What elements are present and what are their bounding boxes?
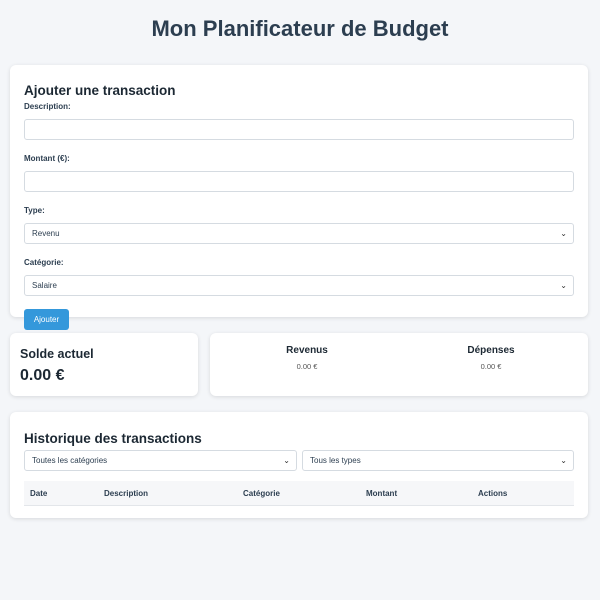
add-transaction-card: Ajouter une transaction Description: Mon…: [10, 65, 588, 330]
transactions-table-header: Date Description Catégorie Montant Actio…: [24, 481, 574, 506]
balance-card: Solde actuel 0.00 €: [10, 333, 198, 396]
chevron-down-icon: ⌄: [283, 456, 290, 465]
type-label: Type:: [24, 206, 45, 215]
history-card: Historique des transactions Toutes les c…: [10, 412, 588, 518]
column-header-description[interactable]: Description: [104, 481, 148, 506]
column-header-date[interactable]: Date: [30, 481, 47, 506]
description-input[interactable]: [24, 119, 574, 140]
expenses-label: Dépenses: [467, 345, 515, 356]
expenses-value: 0.00 €: [480, 362, 502, 371]
column-header-category[interactable]: Catégorie: [243, 481, 280, 506]
income-label: Revenus: [286, 345, 328, 356]
amount-input[interactable]: [24, 171, 574, 192]
description-label: Description:: [24, 102, 71, 111]
column-header-amount[interactable]: Montant: [366, 481, 397, 506]
type-select[interactable]: Revenu ⌄: [24, 223, 574, 244]
expenses-summary: Dépenses 0.00 €: [431, 345, 551, 371]
page-title: Mon Planificateur de Budget: [151, 16, 449, 41]
income-value: 0.00 €: [296, 362, 318, 371]
type-select-value: Revenu: [32, 229, 60, 238]
category-select-value: Salaire: [32, 281, 57, 290]
type-filter-value: Tous les types: [310, 456, 361, 465]
history-heading: Historique des transactions: [24, 431, 202, 446]
add-transaction-heading: Ajouter une transaction: [24, 83, 176, 98]
balance-label: Solde actuel: [20, 347, 94, 361]
column-header-actions: Actions: [478, 489, 508, 498]
chevron-down-icon: ⌄: [560, 456, 567, 465]
income-summary: Revenus 0.00 €: [247, 345, 367, 371]
amount-label: Montant (€):: [24, 154, 70, 163]
category-select[interactable]: Salaire ⌄: [24, 275, 574, 296]
balance-value: 0.00 €: [20, 367, 65, 384]
category-filter-select[interactable]: Toutes les catégories ⌄: [24, 450, 297, 471]
add-button[interactable]: Ajouter: [24, 309, 69, 330]
chevron-down-icon: ⌄: [560, 281, 567, 290]
type-filter-select[interactable]: Tous les types ⌄: [302, 450, 574, 471]
chevron-down-icon: ⌄: [560, 229, 567, 238]
history-filters: Toutes les catégories ⌄ Tous les types ⌄: [24, 450, 574, 471]
summary-card: Revenus 0.00 € Dépenses 0.00 €: [210, 333, 588, 396]
category-label: Catégorie:: [24, 258, 64, 267]
category-filter-value: Toutes les catégories: [32, 456, 108, 465]
